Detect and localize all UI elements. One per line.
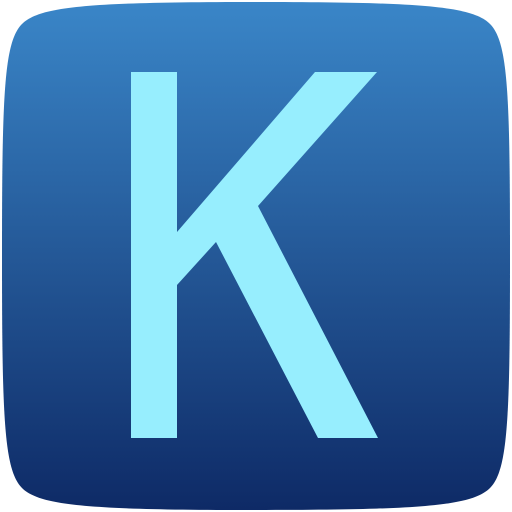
icon-letter: K	[253, 292, 260, 303]
app-icon-graphic: K	[2, 2, 510, 510]
app-icon[interactable]: K	[0, 0, 512, 512]
